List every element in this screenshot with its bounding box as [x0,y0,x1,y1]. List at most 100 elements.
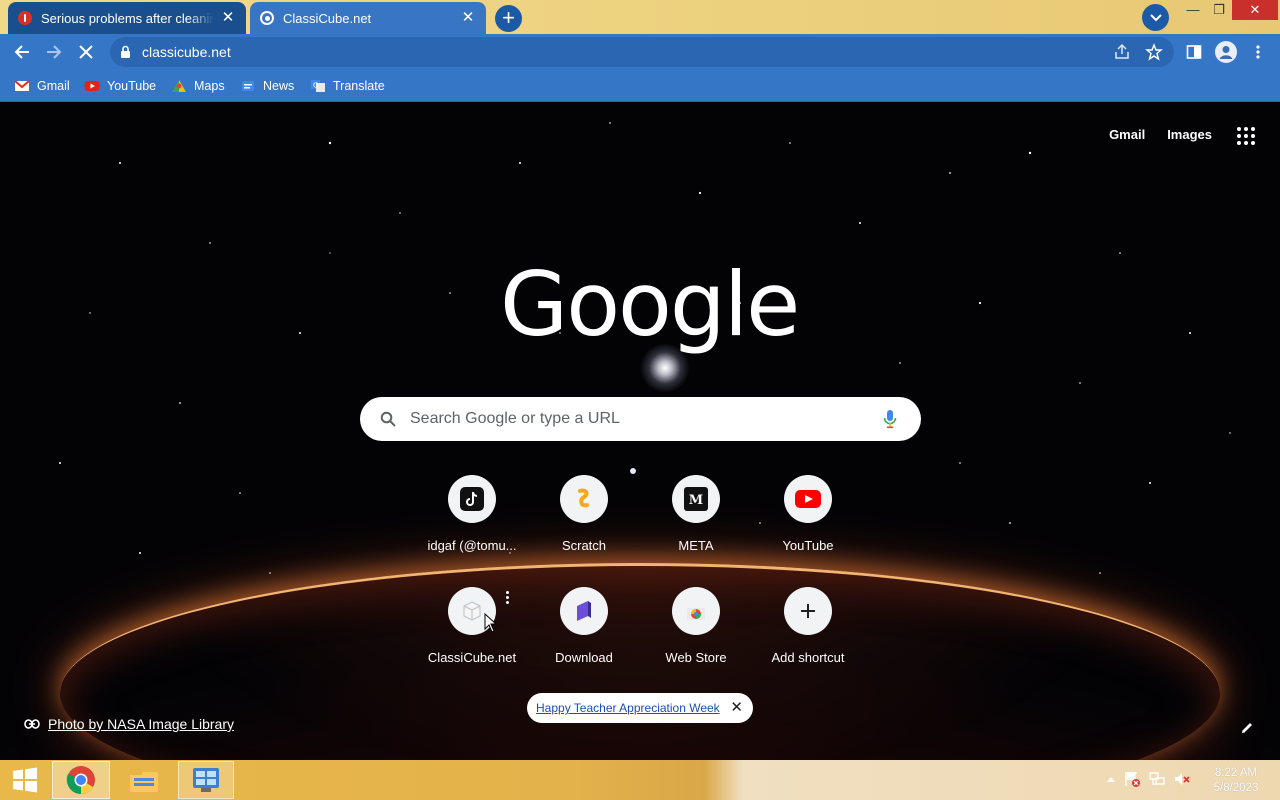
shortcut-menu-icon[interactable] [506,591,510,606]
youtube-icon [84,81,100,91]
bookmark-gmail[interactable]: Gmail [14,76,70,96]
bookmarks-bar: Gmail YouTube Maps News G Translate [0,70,1280,102]
mouse-cursor-icon [484,613,498,633]
search-icon [380,411,396,427]
meta-icon: M [684,487,708,511]
taskbar-clock[interactable]: 8:22 AM 5/8/2023 [1206,766,1266,796]
shortcut-label: Add shortcut [771,650,845,665]
tab-close-button[interactable]: ✕ [460,10,476,26]
taskbar-control-panel[interactable] [178,761,234,799]
customize-pencil-icon[interactable] [1240,721,1254,735]
google-logo: Google [500,253,800,356]
chrome-icon [66,766,95,794]
tab-search-button[interactable] [1142,4,1169,31]
tab-title: Serious problems after cleaning computer [41,10,214,26]
show-hidden-icons-icon[interactable] [1106,775,1116,783]
shortcut-label: idgaf (@tomu... [427,538,517,553]
shortcut-label: Scratch [561,538,607,553]
download-icon [577,601,591,621]
top-links: Gmail Images [1109,127,1212,142]
shortcut-download[interactable]: Download [528,587,640,693]
volume-muted-icon[interactable] [1173,770,1191,788]
chevron-down-icon [1149,13,1162,21]
search-input[interactable] [410,407,850,431]
chrome-menu-button[interactable] [1246,40,1270,64]
gmail-link[interactable]: Gmail [1109,127,1145,142]
google-apps-icon[interactable] [1237,127,1255,145]
scratch-icon [578,488,589,508]
maps-icon [172,80,186,92]
browser-toolbar: classicube.net [0,34,1280,70]
tab-title: ClassiCube.net [283,10,372,26]
forward-button[interactable] [42,40,66,64]
minimize-button[interactable]: — [1180,0,1206,22]
shortcut-scratch[interactable]: Scratch [528,475,640,581]
bookmark-star-icon[interactable] [1145,43,1163,61]
shortcut-label: META [678,538,714,553]
gmail-icon [14,80,30,91]
close-window-button[interactable]: ✕ [1232,0,1278,20]
clock-date: 5/8/2023 [1213,782,1259,794]
tab-serious-problems[interactable]: Serious problems after cleaning computer… [8,2,246,34]
bookmark-youtube[interactable]: YouTube [84,76,156,96]
start-button[interactable] [4,761,46,799]
link-icon [24,719,40,729]
address-bar[interactable]: classicube.net [110,37,1174,67]
system-tray [1106,770,1191,788]
shortcut-youtube[interactable]: YouTube [752,475,864,581]
side-panel-icon [1186,45,1202,59]
promo-link[interactable]: Happy Teacher Appreciation Week [536,701,720,715]
tab-favicon-icon [18,11,32,25]
stop-loading-button[interactable] [74,40,98,64]
back-button[interactable] [10,40,34,64]
maximize-button[interactable]: ❐ [1206,0,1232,22]
plus-icon [801,604,815,618]
shortcut-label: YouTube [782,538,834,553]
youtube-icon [795,490,821,508]
tab-strip: Serious problems after cleaning computer… [0,0,1280,34]
shortcut-meta[interactable]: M META [640,475,752,581]
control-panel-icon [193,768,219,792]
shortcut-tiktok[interactable]: idgaf (@tomu... [416,475,528,581]
arrow-right-icon [47,45,62,59]
shortcut-label: Download [555,650,613,665]
windows-logo-icon [13,767,37,793]
network-icon[interactable] [1148,770,1166,788]
promo-banner: Happy Teacher Appreciation Week ✕ [527,693,753,723]
tab-favicon-icon [260,11,274,25]
svg-text:M: M [689,493,703,508]
classicube-icon [463,601,481,621]
microphone-icon[interactable] [883,409,897,429]
side-panel-button[interactable] [1182,40,1206,64]
lock-icon [121,45,130,58]
shortcut-web-store[interactable]: Web Store [640,587,752,693]
tab-close-button[interactable]: ✕ [220,10,236,26]
clock-time: 8:22 AM [1214,767,1258,779]
web-store-icon [687,608,705,620]
svg-text:G: G [313,82,318,90]
url-text: classicube.net [142,44,231,60]
bookmark-news[interactable]: News [240,76,294,96]
shortcut-label: ClassiCube.net [427,650,517,665]
share-icon[interactable] [1113,43,1131,61]
add-shortcut-button[interactable]: Add shortcut [752,587,864,693]
kebab-menu-icon [1256,45,1260,59]
new-tab-button[interactable]: + [495,5,522,32]
profile-button[interactable] [1214,40,1238,64]
shortcut-classicube[interactable]: ClassiCube.net [416,587,528,693]
windows-taskbar: 8:22 AM 5/8/2023 [0,760,1280,800]
arrow-left-icon [14,45,29,59]
search-box[interactable] [360,397,921,441]
promo-close-button[interactable]: ✕ [730,699,743,717]
taskbar-file-explorer[interactable] [116,761,172,799]
action-center-flag-icon[interactable] [1123,770,1141,788]
images-link[interactable]: Images [1167,127,1212,142]
taskbar-chrome[interactable] [52,761,110,799]
shortcut-label: Web Store [665,650,727,665]
background-attribution[interactable]: Photo by NASA Image Library [24,716,234,732]
tiktok-icon [460,487,484,511]
tab-classicube[interactable]: ClassiCube.net ✕ [250,2,486,34]
news-icon [242,81,254,91]
bookmark-maps[interactable]: Maps [171,76,225,96]
bookmark-translate[interactable]: G Translate [310,76,385,96]
